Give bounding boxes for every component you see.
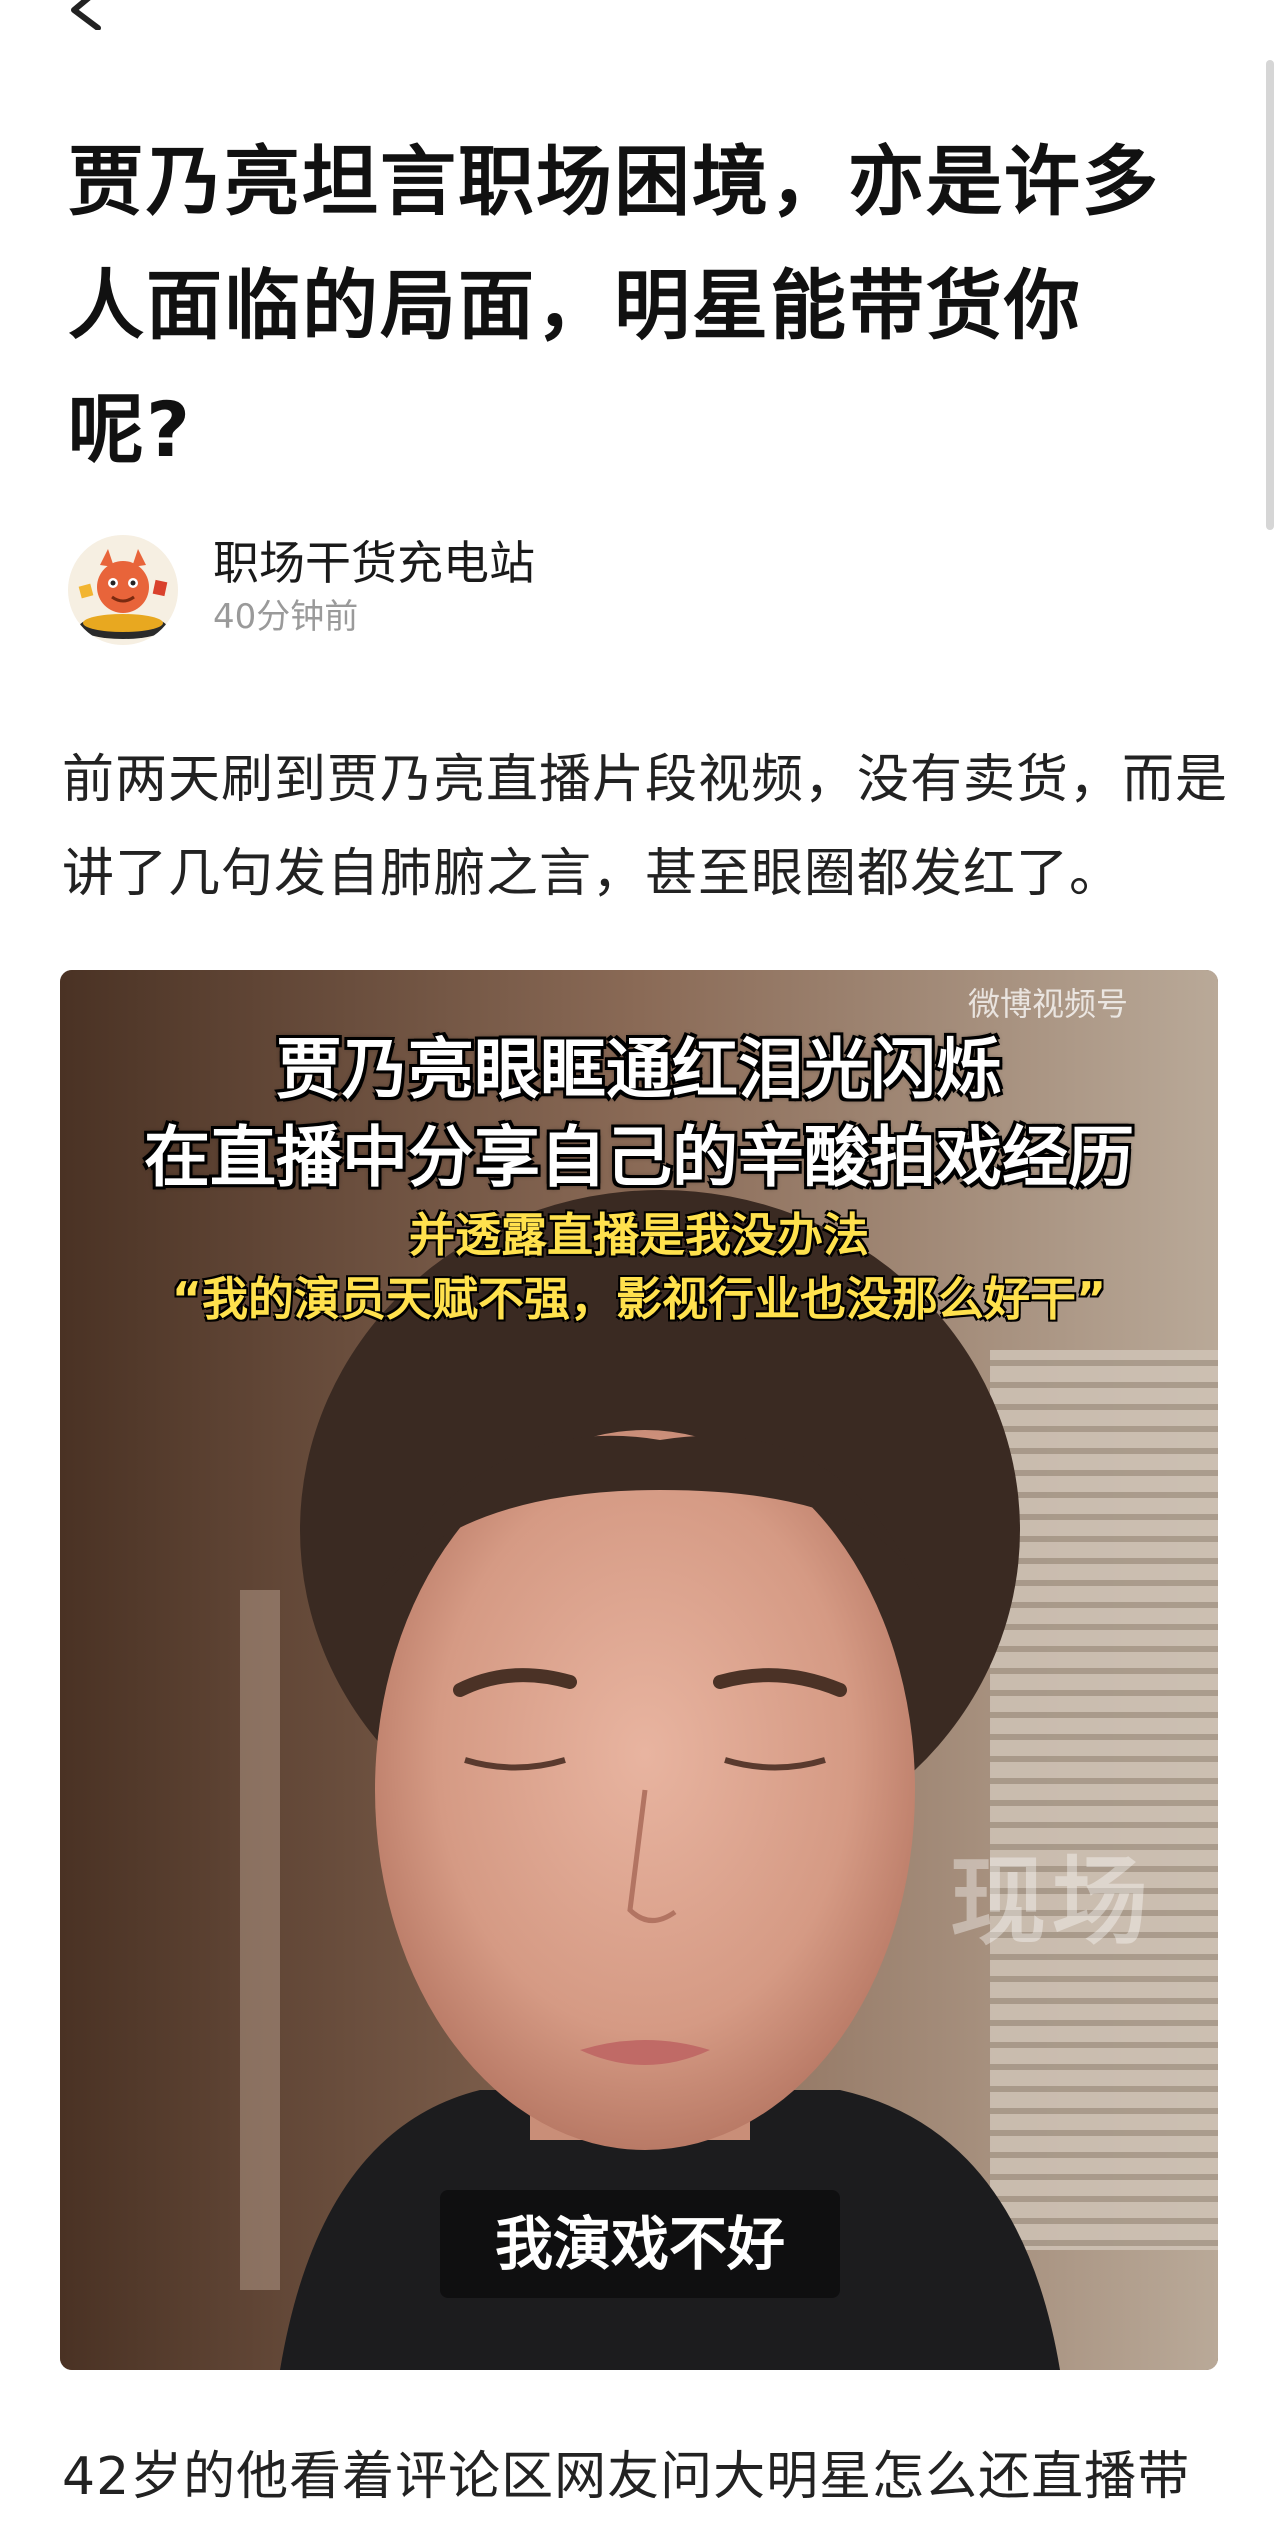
author-name[interactable]: 职场干货充电站 <box>213 535 535 591</box>
channel-watermark: 现场 <box>950 1846 1154 1958</box>
video-caption: “我的演员天赋不强，影视行业也没那么好干” <box>171 1272 1107 1326</box>
article-paragraph: 42岁的他看着评论区网友问大明星怎么还直播带 <box>62 2447 1191 2507</box>
avatar[interactable] <box>68 535 178 645</box>
scrollbar[interactable] <box>1266 60 1274 530</box>
video-subtitle-text: 我演戏不好 <box>494 2210 785 2278</box>
article-video[interactable]: 微博视频号 贾乃亮眼眶通红泪光闪烁 在直播中分享自己的辛酸拍戏经历 并透露直播是… <box>60 970 1218 2370</box>
video-caption: 在直播中分享自己的辛酸拍戏经历 <box>144 1119 1134 1196</box>
chevron-left-icon <box>71 0 101 31</box>
article-title: 贾乃亮坦言职场困境，亦是许多人面临的局面，明星能带货你呢? <box>68 137 1160 474</box>
video-caption: 并透露直播是我没办法 <box>409 1208 869 1262</box>
back-button[interactable] <box>60 0 120 31</box>
video-watermark: 微博视频号 <box>967 985 1128 1023</box>
video-subtitle: 我演戏不好 <box>440 2190 840 2298</box>
video-caption: 贾乃亮眼眶通红泪光闪烁 <box>276 1031 1002 1108</box>
author-info[interactable]: 职场干货充电站 40分钟前 <box>68 535 968 645</box>
publish-time: 40分钟前 <box>213 597 359 637</box>
article-paragraph: 前两天刷到贾乃亮直播片段视频，没有卖货，而是讲了几句发自肺腑之言，甚至眼圈都发红… <box>62 750 1229 904</box>
